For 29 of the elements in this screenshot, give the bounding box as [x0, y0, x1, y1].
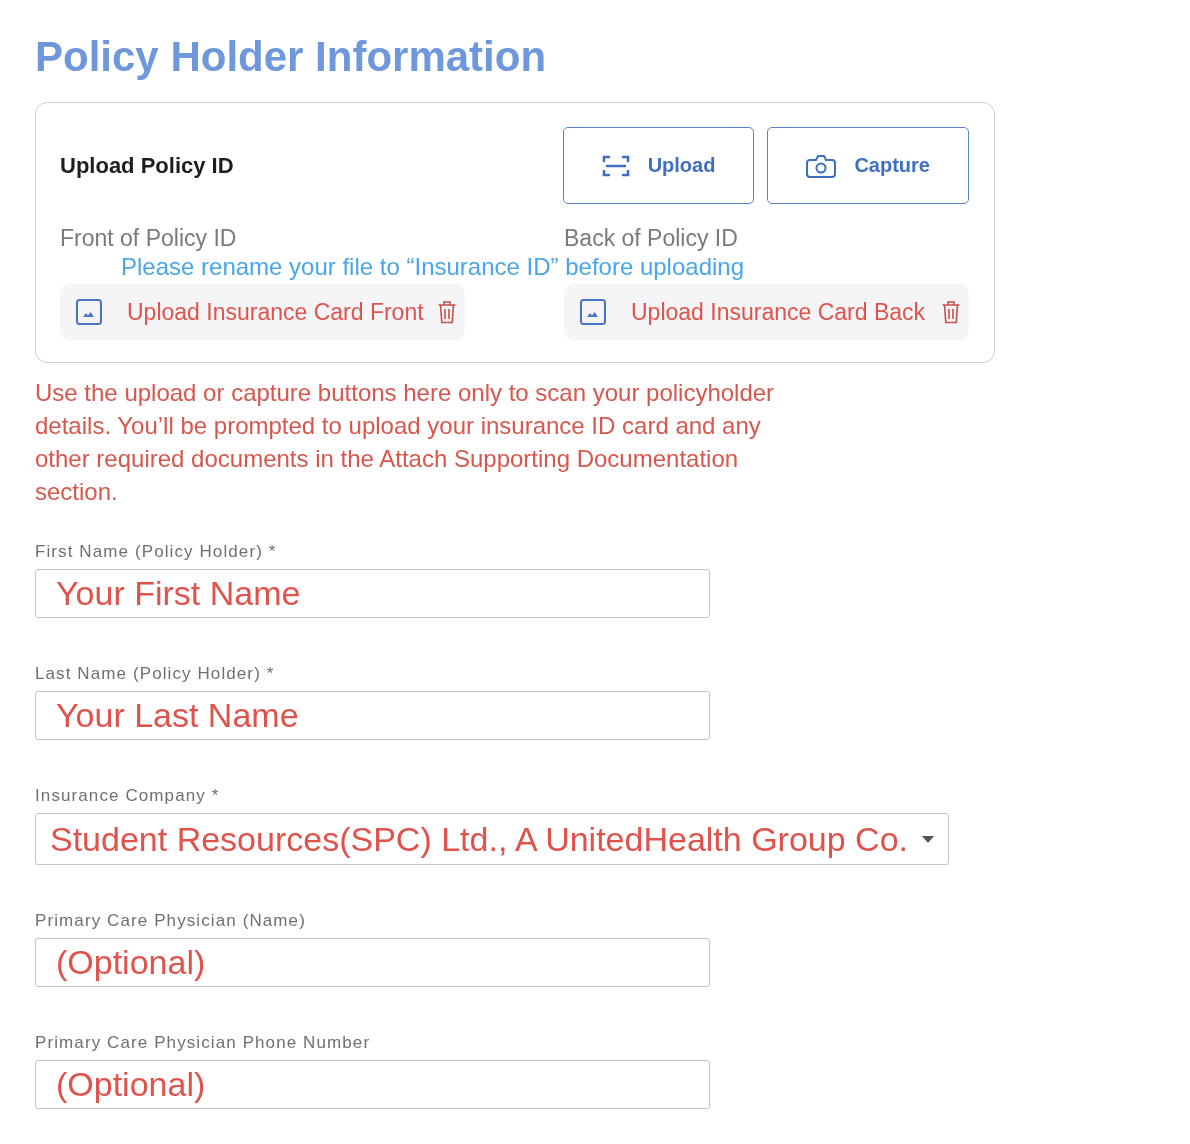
image-icon	[580, 299, 606, 325]
field-label: Primary Care Physician (Name)	[35, 911, 306, 931]
input-field[interactable]: (Optional)	[35, 1060, 710, 1109]
input-field[interactable]: Your Last Name	[35, 691, 710, 740]
dropdown-field[interactable]: Student Resources(SPC) Ltd., A UnitedHealth Group Co.	[35, 813, 949, 865]
input-field[interactable]: (Optional)	[35, 938, 710, 987]
page-title: Policy Holder Information	[35, 32, 547, 82]
file-upload-field[interactable]: Upload Insurance Card Back	[564, 284, 969, 340]
field-label: Last Name (Policy Holder) *	[35, 664, 275, 684]
card-title: Upload Policy ID	[60, 152, 234, 179]
file-prompt: Upload Insurance Card Front	[127, 298, 424, 326]
trash-icon[interactable]	[941, 300, 961, 324]
scan-icon	[601, 153, 630, 178]
field-label: Primary Care Physician Phone Number	[35, 1033, 371, 1053]
trash-icon[interactable]	[437, 300, 457, 324]
field-label: Insurance Company *	[35, 786, 220, 806]
capture-button[interactable]: Capture	[767, 127, 969, 204]
file-upload-field[interactable]: Upload Insurance Card Front	[60, 284, 465, 340]
image-icon	[76, 299, 102, 325]
instructions-text: Use the upload or capture buttons here only to scan your policyholder details. You’ll be prompted to upload your insurance ID card and any other required documents in the Attach Supporting Documentation section.	[35, 378, 776, 507]
file-prompt: Upload Insurance Card Back	[631, 298, 926, 326]
camera-icon	[806, 153, 837, 178]
rename-note: Please rename your file to “Insurance ID” before uploading	[121, 253, 744, 280]
upload-button[interactable]: Upload	[562, 127, 755, 204]
slot-label: Back of Policy ID	[564, 225, 738, 251]
field-label: First Name (Policy Holder) *	[35, 542, 277, 562]
caret-icon	[922, 835, 934, 843]
slot-label: Front of Policy ID	[60, 225, 237, 251]
input-field[interactable]: Your First Name	[35, 569, 710, 618]
